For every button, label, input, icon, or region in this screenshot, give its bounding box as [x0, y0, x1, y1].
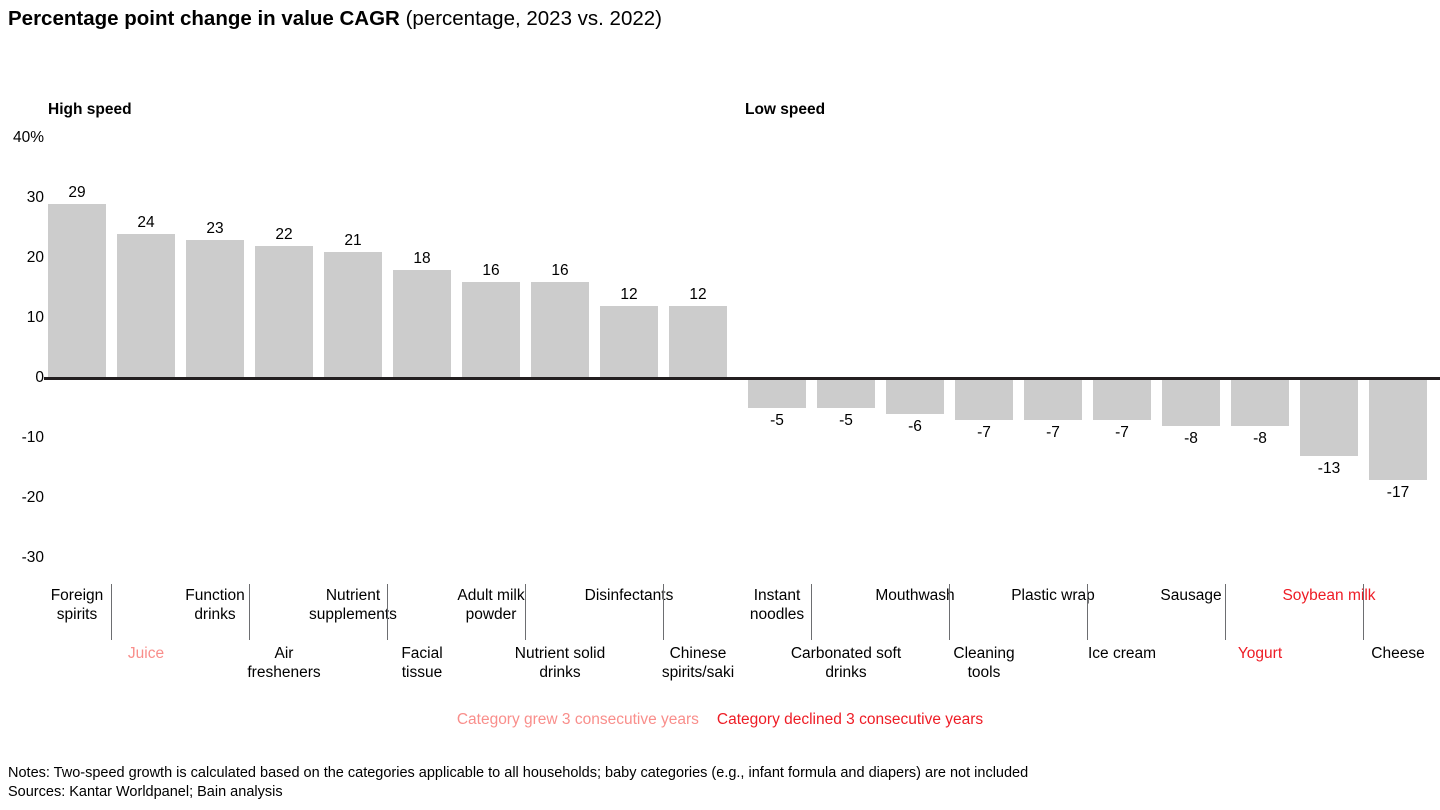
page-title: Percentage point change in value CAGR (p… — [8, 6, 662, 32]
bar-value-label: 16 — [482, 262, 500, 279]
y-axis-tick-label: -20 — [21, 489, 44, 506]
x-axis-tick-separator — [1363, 584, 1364, 640]
page-title-bold: Percentage point change in value CAGR — [8, 7, 400, 30]
y-axis-tick-label: -10 — [21, 429, 44, 446]
bar — [1231, 378, 1289, 426]
legend-item-grew: Category grew 3 consecutive years — [456, 711, 699, 728]
footnote-notes: Notes: Two-speed growth is calculated ba… — [8, 765, 1029, 781]
x-axis-tick-separator — [249, 584, 250, 640]
x-axis-category-label: Soybean milk — [1282, 587, 1376, 604]
x-axis-tick-separator — [525, 584, 526, 640]
bar — [600, 306, 658, 378]
bar-value-label: 16 — [551, 262, 569, 279]
bar-value-label: 12 — [689, 286, 707, 303]
x-axis-tick-separator — [387, 584, 388, 640]
bar-value-label: 22 — [275, 226, 293, 243]
x-axis-tick-separator — [1225, 584, 1226, 640]
chart-legend: Category grew 3 consecutive years Categor… — [0, 710, 1440, 729]
bar-value-label: -7 — [1115, 424, 1129, 441]
bar-value-label: -5 — [839, 412, 853, 429]
y-axis-tick-label: 40% — [12, 129, 44, 146]
bar — [324, 252, 382, 378]
bar-value-label: -8 — [1253, 430, 1267, 447]
bar — [255, 246, 313, 378]
bar — [1093, 378, 1151, 420]
bar-value-label: -17 — [1386, 484, 1410, 501]
bar — [1024, 378, 1082, 420]
bar-value-label: 24 — [137, 214, 155, 231]
bar — [186, 240, 244, 378]
bar-value-label: 12 — [620, 286, 638, 303]
bar-value-label: -7 — [1046, 424, 1060, 441]
zero-baseline — [44, 377, 1440, 380]
chart-plot-area: 40% 30 20 10 0 -10 -20 -30 29 24 23 22 21 18 16 16 12 12… — [0, 130, 1440, 570]
bar — [748, 378, 806, 408]
y-axis-tick-label: 20 — [26, 249, 44, 266]
bar — [393, 270, 451, 378]
x-axis-labels: Foreign spirits Juice Function drinks Air fres… — [0, 578, 1440, 698]
x-axis-tick-separator — [663, 584, 664, 640]
x-axis-tick-separator — [811, 584, 812, 640]
y-axis-tick-label: 10 — [26, 309, 44, 326]
bar — [817, 378, 875, 408]
bar-value-label: -13 — [1317, 460, 1341, 477]
bar-value-label: -8 — [1184, 430, 1198, 447]
legend-item-declined: Category declined 3 consecutive years — [716, 711, 984, 728]
bar — [1369, 378, 1427, 480]
page-title-regular: (percentage, 2023 vs. 2022) — [399, 7, 662, 30]
bar — [117, 234, 175, 378]
x-axis-category-label: Cheese — [1371, 645, 1425, 662]
y-axis-tick-label: 30 — [26, 189, 44, 206]
bar-value-label: -7 — [977, 424, 991, 441]
bar-value-label: 29 — [68, 184, 86, 201]
bar — [1162, 378, 1220, 426]
bar — [48, 204, 106, 378]
bar — [886, 378, 944, 414]
bar-value-label: -6 — [908, 418, 922, 435]
bar — [531, 282, 589, 378]
bar — [462, 282, 520, 378]
footnotes: Notes: Two-speed growth is calculated ba… — [8, 764, 1028, 802]
footnote-sources: Sources: Kantar Worldpanel; Bain analysi… — [8, 784, 283, 800]
section-label-high-speed: High speed — [48, 101, 132, 118]
y-axis-tick-label: 0 — [35, 369, 44, 386]
x-axis-tick-separator — [1087, 584, 1088, 640]
section-label-low-speed: Low speed — [745, 101, 826, 118]
bar-value-label: 21 — [344, 232, 362, 249]
x-axis-tick-separator — [949, 584, 950, 640]
y-axis-tick-label: -30 — [21, 549, 44, 566]
bar — [669, 306, 727, 378]
x-axis-tick-separator — [111, 584, 112, 640]
bar — [955, 378, 1013, 420]
bar-value-label: 23 — [206, 220, 224, 237]
bar-value-label: -5 — [770, 412, 784, 429]
bar-value-label: 18 — [413, 250, 431, 267]
bar — [1300, 378, 1358, 456]
